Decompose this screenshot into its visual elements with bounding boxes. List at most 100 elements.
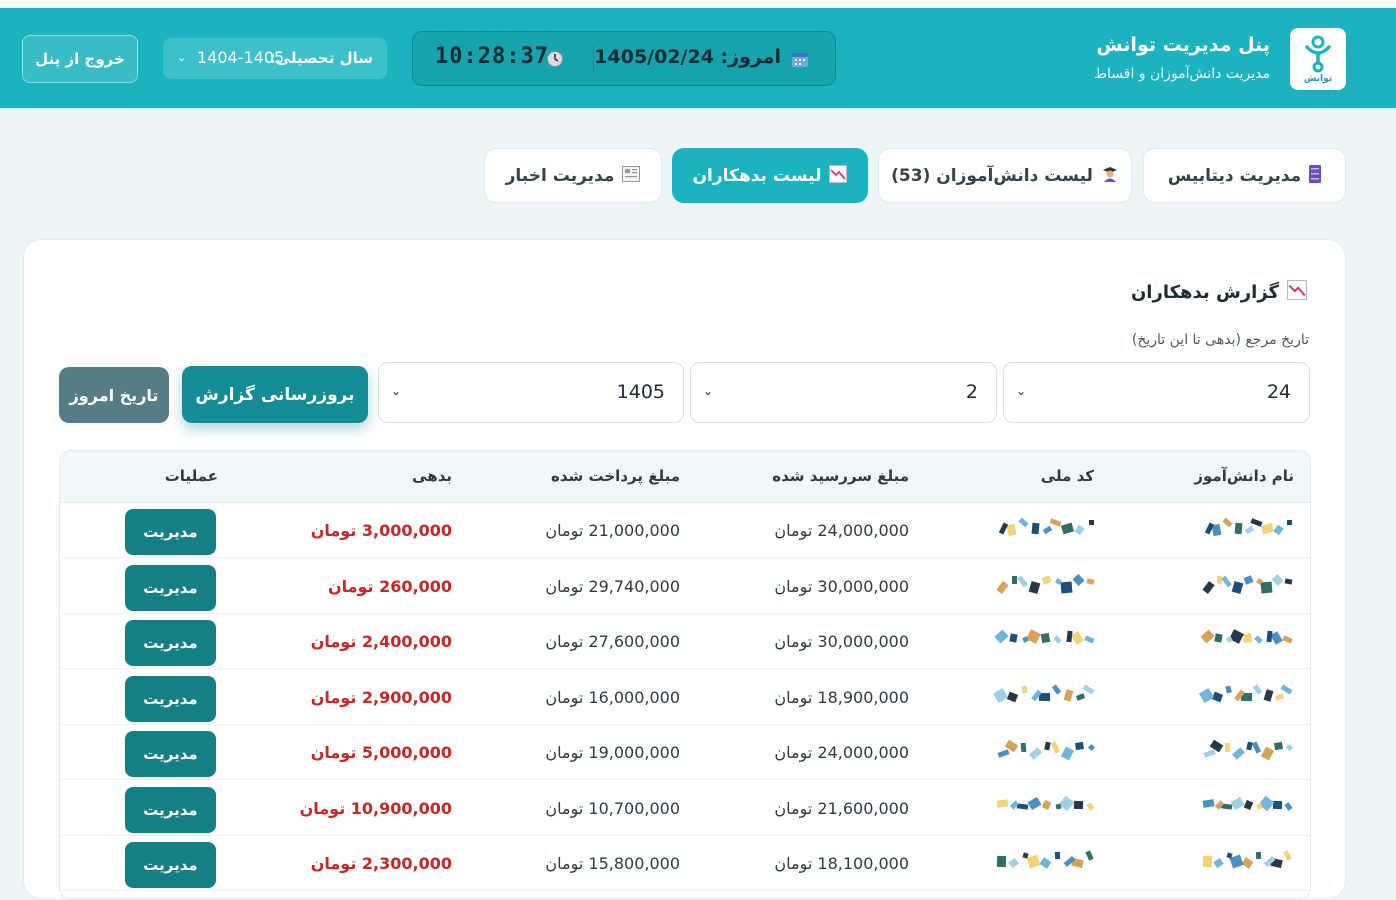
brand-subtitle: مدیریت دانش‌آموزان و اقساط — [1094, 66, 1270, 82]
logo-text: توانش — [1303, 73, 1333, 84]
redaction-fragment — [1231, 580, 1244, 594]
redaction-fragment — [1008, 857, 1019, 869]
redaction-fragment — [996, 855, 1007, 868]
due-amount-cell: 18,900,000 تومان — [774, 687, 909, 707]
report-title-text: گزارش بدهکاران — [1130, 282, 1279, 303]
redaction-fragment — [1243, 574, 1254, 585]
redaction-fragment — [1049, 518, 1062, 527]
student-icon — [1101, 165, 1119, 187]
redaction-fragment — [1214, 633, 1223, 643]
manage-button[interactable]: مدیریت — [125, 620, 216, 666]
redaction-fragment — [1225, 684, 1232, 694]
redacted-national-id — [989, 573, 1095, 595]
redaction-fragment — [1026, 629, 1041, 644]
debtors-table: نام دانش‌آموز کد ملی مبلغ سررسید شده مبل… — [59, 450, 1311, 900]
redaction-fragment — [992, 687, 1009, 703]
redaction-fragment — [997, 749, 1010, 758]
month-select[interactable]: 2 ⌄ — [690, 362, 997, 423]
update-report-button[interactable]: بروزرسانی گزارش — [182, 366, 368, 423]
tab-students[interactable]: لیست دانش‌آموزان (53) — [878, 148, 1132, 203]
redaction-fragment — [1260, 746, 1275, 761]
redaction-fragment — [1054, 851, 1061, 860]
tab-news[interactable]: مدیریت اخبار — [484, 148, 662, 203]
redacted-student-name — [1197, 628, 1293, 650]
day-value: 24 — [1266, 381, 1291, 403]
redaction-fragment — [1006, 523, 1017, 537]
due-amount-cell: 24,000,000 تومان — [774, 743, 909, 762]
redaction-fragment — [1089, 520, 1094, 525]
due-amount-cell: 30,000,000 تومان — [774, 632, 909, 651]
redaction-fragment — [1251, 741, 1262, 754]
redaction-fragment — [1018, 517, 1029, 528]
manage-button[interactable]: مدیریت — [125, 731, 216, 777]
redaction-fragment — [1021, 684, 1028, 694]
redaction-fragment — [1285, 743, 1294, 752]
top-strip — [0, 0, 1396, 8]
paid-amount-cell: 10,700,000 تومان — [545, 798, 680, 818]
redacted-national-id — [989, 517, 1094, 539]
redaction-fragment — [1217, 575, 1222, 584]
redaction-fragment — [1086, 577, 1095, 585]
col-due-amount: مبلغ سررسید شده — [772, 467, 909, 485]
tab-students-label: لیست دانش‌آموزان (53) — [891, 165, 1093, 186]
news-icon — [622, 165, 641, 186]
redaction-fragment — [1242, 632, 1253, 644]
year-select[interactable]: 1405 ⌄ — [378, 362, 684, 423]
redaction-fragment — [1266, 630, 1273, 643]
due-amount-cell: 21,600,000 تومان — [774, 798, 909, 818]
redaction-fragment — [996, 798, 1009, 808]
redaction-fragment — [1009, 633, 1018, 643]
academic-year-select[interactable]: سال تحصیلی: 1404-1405 ⌄ — [163, 38, 387, 79]
redaction-fragment — [1041, 574, 1052, 585]
redaction-fragment — [1087, 743, 1096, 752]
table-row: 18,900,000 تومان 16,000,000 تومان 2,900,00… — [60, 670, 1310, 725]
tab-debtors[interactable]: لیست بدهکاران — [672, 148, 868, 203]
day-select[interactable]: 24 ⌄ — [1003, 362, 1310, 423]
manage-button[interactable]: مدیریت — [125, 842, 216, 888]
redaction-fragment — [994, 629, 1009, 644]
col-debt: بدهی — [412, 467, 452, 485]
today-date-button[interactable]: تاریخ امروز — [59, 367, 169, 423]
redaction-fragment — [1075, 741, 1084, 751]
redaction-fragment — [1229, 629, 1244, 644]
due-amount-cell: 30,000,000 تومان — [774, 576, 909, 596]
redaction-fragment — [1060, 581, 1073, 593]
redaction-fragment — [1060, 746, 1075, 761]
redaction-fragment — [1027, 796, 1042, 810]
redaction-fragment — [1274, 741, 1283, 751]
month-value: 2 — [965, 381, 978, 403]
redaction-fragment — [1203, 749, 1216, 758]
debtors-report-card: گزارش بدهکاران تاریخ مرجع (بدهی تا این ت… — [23, 239, 1346, 900]
redaction-fragment — [1055, 802, 1062, 810]
chart-down-icon — [1287, 280, 1307, 305]
redaction-fragment — [1282, 635, 1293, 644]
redaction-fragment — [1042, 525, 1053, 535]
tab-database[interactable]: مدیریت دیتابیس — [1143, 148, 1346, 203]
logout-button[interactable]: خروج از پنل — [22, 35, 138, 83]
redaction-fragment — [1234, 522, 1243, 535]
redaction-fragment — [1028, 580, 1041, 594]
redaction-fragment — [1082, 683, 1095, 695]
table-row: 30,000,000 تومان 29,740,000 تومان 260,000 … — [60, 559, 1310, 614]
redaction-fragment — [1202, 580, 1215, 594]
manage-button[interactable]: مدیریت — [125, 675, 216, 722]
calendar-icon — [791, 50, 809, 72]
redaction-fragment — [1271, 573, 1284, 586]
col-paid-amount: مبلغ پرداخت شده — [551, 467, 680, 485]
redaction-fragment — [1243, 799, 1254, 810]
redaction-fragment — [1026, 854, 1041, 869]
paid-amount-cell: 29,740,000 تومان — [545, 576, 680, 596]
manage-button[interactable]: مدیریت — [125, 564, 216, 611]
redaction-fragment — [1260, 581, 1273, 593]
current-time: 10:28:37 — [435, 44, 549, 69]
redaction-fragment — [1221, 575, 1232, 587]
clock-divider — [593, 46, 594, 72]
reference-date-label: تاریخ مرجع (بدهی تا این تاریخ) — [1131, 332, 1309, 348]
redaction-fragment — [1287, 520, 1292, 525]
redaction-fragment — [1213, 857, 1224, 869]
debt-amount-cell: 2,400,000 تومان — [310, 632, 452, 651]
manage-button[interactable]: مدیریت — [125, 509, 216, 555]
redaction-fragment — [996, 580, 1009, 594]
redaction-fragment — [1284, 577, 1293, 585]
manage-button[interactable]: مدیریت — [125, 786, 216, 833]
